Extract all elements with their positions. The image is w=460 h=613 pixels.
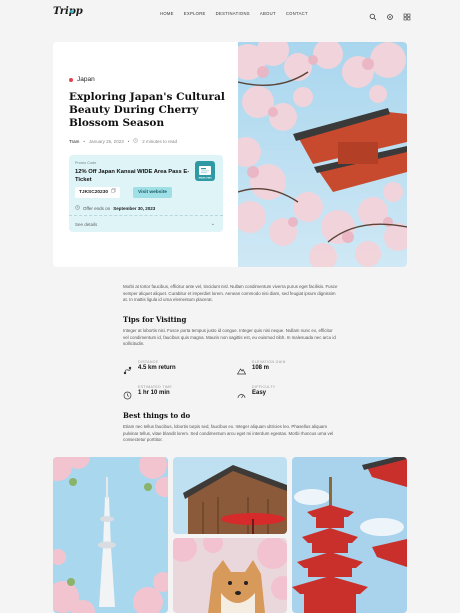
promo-tag: Promo Code: [75, 161, 97, 165]
promo-name: 12% Off Japan Kansai WIDE Area Pass E-Ti…: [75, 169, 190, 183]
clock-icon: [123, 387, 132, 400]
stat-label: ELEVATION GAIN: [252, 360, 286, 364]
promo-divider: [69, 215, 223, 216]
top-nav: Tripp HOME EXPLORE DESTINATIONS ABOUT CO…: [0, 0, 460, 27]
clock-icon: [133, 138, 138, 144]
clock-icon: [75, 205, 80, 211]
see-details-link[interactable]: See details: [75, 222, 97, 227]
site-logo[interactable]: Tripp: [53, 6, 83, 17]
stat-label: DIFFICULTY: [252, 385, 276, 389]
category-dot-icon: [69, 77, 73, 82]
offer-ends-label: Offer ends on: [83, 205, 111, 211]
stat-elevation: ELEVATION GAIN 108 m: [236, 360, 286, 375]
category-tag[interactable]: Japan: [69, 76, 95, 83]
stat-time: ESTIMATED TIME 1 hr 10 min: [123, 385, 173, 400]
grid-icon[interactable]: [403, 8, 411, 21]
best-heading: Best things to do: [123, 411, 191, 420]
offer-ends: Offer ends on September 30, 2023: [75, 205, 155, 211]
stat-distance: DISTANCE 4.5 km return: [123, 360, 176, 375]
category-label: Japan: [77, 76, 95, 83]
menu-explore[interactable]: EXPLORE: [184, 11, 206, 16]
page-title: Exploring Japan's Cultural Beauty During…: [69, 91, 225, 129]
gallery-image-pagoda[interactable]: [292, 457, 407, 613]
visit-website-button[interactable]: Visit website: [133, 187, 172, 198]
stat-value: 108 m: [252, 365, 270, 371]
byline-separator: •: [127, 138, 130, 144]
stat-label: DISTANCE: [138, 360, 159, 364]
tips-heading: Tips for Visiting: [123, 315, 187, 324]
route-icon: [123, 362, 132, 375]
copy-icon[interactable]: [111, 187, 116, 198]
mountain-icon: [236, 362, 247, 375]
menu-contact[interactable]: CONTACT: [286, 11, 308, 16]
stat-value: 1 hr 10 min: [138, 390, 170, 396]
stat-difficulty: DIFFICULTY Easy: [237, 385, 276, 399]
stat-value: Easy: [252, 390, 267, 396]
promo-code-box[interactable]: TJKSC20230: [75, 187, 121, 198]
menu-destinations[interactable]: DESTINATIONS: [216, 11, 250, 16]
post-date: January 26, 2023: [88, 138, 124, 144]
menu-about[interactable]: ABOUT: [260, 11, 276, 16]
menu-home[interactable]: HOME: [160, 11, 174, 16]
gallery-image-dog[interactable]: [173, 538, 287, 613]
stat-label: ESTIMATED TIME: [138, 385, 173, 389]
hero-photo: [238, 42, 407, 267]
nav-icons: [369, 8, 411, 21]
intro-paragraph: Morbi at tortor faucibus, efficitur ante…: [123, 284, 338, 303]
gallery-image-house[interactable]: [173, 457, 287, 534]
search-icon[interactable]: [369, 8, 377, 21]
tips-paragraph: Integer at lobortis nisi. Fusce porta te…: [123, 328, 336, 347]
gallery-image-skytree[interactable]: [53, 457, 168, 613]
logo-accent: [70, 10, 73, 13]
promo-code: TJKSC20230: [79, 190, 109, 195]
read-time: 2 minutes to read: [142, 138, 178, 144]
best-paragraph: Etiam nec tellus faucibus, lobortis turp…: [123, 424, 334, 443]
hero-card: Japan Exploring Japan's Cultural Beauty …: [53, 42, 407, 267]
author-name[interactable]: Tram: [69, 139, 79, 144]
settings-icon[interactable]: [386, 8, 394, 20]
byline: Tram • January 26, 2023 • 2 minutes to r…: [69, 138, 177, 144]
stat-value: 4.5 km return: [138, 365, 176, 371]
ticket-text: TRAVEL PASS: [199, 177, 213, 180]
gauge-icon: [237, 387, 246, 399]
byline-separator: •: [83, 138, 85, 144]
main-menu: HOME EXPLORE DESTINATIONS ABOUT CONTACT: [160, 11, 308, 16]
chevron-down-icon[interactable]: ⌄: [211, 221, 215, 227]
promo-card: Promo Code 12% Off Japan Kansai WIDE Are…: [69, 155, 223, 232]
offer-ends-date: September 30, 2023: [113, 205, 156, 211]
ticket-icon: TRAVEL PASS: [195, 161, 215, 181]
